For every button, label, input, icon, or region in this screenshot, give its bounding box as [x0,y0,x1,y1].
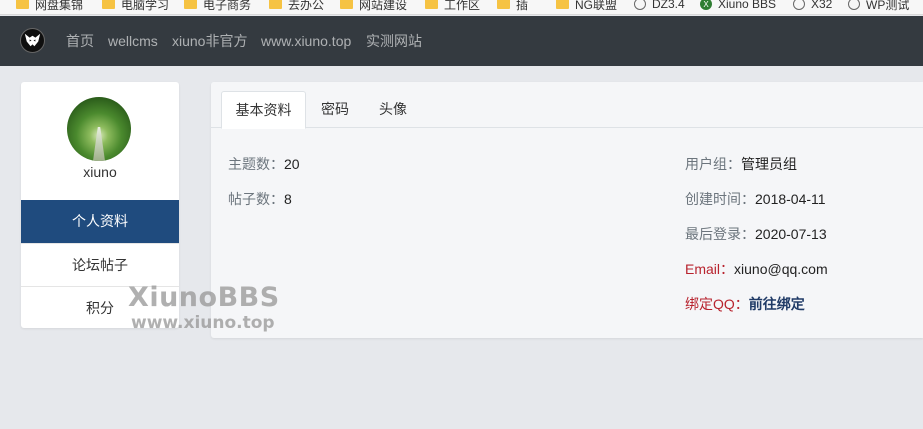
folder-icon [16,0,29,9]
bookmark-item[interactable]: X32 [793,0,832,13]
lastlogin-label: 最后登录： [685,226,755,242]
folder-icon [269,0,282,9]
top-navbar: 首页 wellcms xiuno非官方 www.xiuno.top 实测网站 [0,16,923,66]
bookmark-item[interactable]: NG联盟 [556,0,617,13]
posts-value: 8 [284,191,292,207]
group-value: 管理员组 [741,156,797,172]
threads-value: 20 [284,156,300,172]
bookmark-item[interactable]: 电子商务 [184,0,251,13]
bind-qq-link[interactable]: 前往绑定 [749,296,805,312]
bind-qq: 绑定QQ：前往绑定 [685,295,805,313]
folder-icon [425,0,438,9]
posts-count: 帖子数：8 [228,190,292,208]
bookmark-item[interactable]: 网盘集锦 [16,0,83,13]
username: xiuno [83,164,117,180]
folder-icon [184,0,197,9]
nav-link-xiuno-unofficial[interactable]: xiuno非官方 [172,32,247,50]
folder-icon [102,0,115,9]
profile-main-panel: 基本资料 密码 头像 主题数：20 帖子数：8 用户组：管理员组 创建时间：20… [211,82,923,338]
tab-avatar[interactable]: 头像 [365,91,421,129]
bookmark-item[interactable]: WP测试 [848,0,909,13]
avatar [67,97,131,161]
bookmark-item[interactable]: 插 [497,0,528,13]
folder-icon [556,0,569,9]
bookmark-item[interactable]: 去办公 [269,0,324,13]
bookmark-item[interactable]: X Xiuno BBS [700,0,776,13]
lastlogin-value: 2020-07-13 [755,226,827,242]
bookmark-item[interactable]: DZ3.4 [634,0,685,13]
tab-bar: 基本资料 密码 头像 [211,82,923,129]
created-value: 2018-04-11 [755,191,826,207]
user-group: 用户组：管理员组 [685,155,797,173]
threads-count: 主题数：20 [228,155,300,173]
globe-icon [634,0,646,10]
qq-label: 绑定QQ： [685,296,749,312]
nav-link-xiuno-top[interactable]: www.xiuno.top [261,32,351,50]
created-time: 创建时间：2018-04-11 [685,190,826,208]
bookmark-item[interactable]: 网站建设 [340,0,407,13]
email-label: Email： [685,261,735,277]
xiuno-icon: X [700,0,712,10]
nav-link-home[interactable]: 首页 [66,32,94,50]
posts-label: 帖子数： [228,191,284,207]
sidebar-item-profile[interactable]: 个人资料 [21,200,179,243]
watermark-url: www.xiuno.top [131,313,275,333]
last-login: 最后登录：2020-07-13 [685,225,827,243]
watermark-title: XiunoBBS [128,282,280,313]
globe-icon [793,0,805,10]
bookmark-item[interactable]: 电脑学习 [102,0,169,13]
nav-link-test-site[interactable]: 实测网站 [366,32,422,50]
created-label: 创建时间： [685,191,755,207]
bookmarks-bar: 网盘集锦 电脑学习 电子商务 去办公 网站建设 工作区 插 NG联盟 DZ3.4… [0,0,923,15]
folder-icon [497,0,510,9]
folder-icon [340,0,353,9]
threads-label: 主题数： [228,156,284,172]
site-logo-icon[interactable] [20,28,45,53]
tab-password[interactable]: 密码 [308,91,362,129]
email-value: xiuno@qq.com [734,261,828,277]
bookmark-item[interactable]: 工作区 [425,0,480,13]
tab-basic-info[interactable]: 基本资料 [221,91,306,129]
nav-link-wellcms[interactable]: wellcms [108,32,158,50]
group-label: 用户组： [685,156,741,172]
email: Email：xiuno@qq.com [685,260,828,278]
globe-icon [848,0,860,10]
sidebar-item-forum-posts[interactable]: 论坛帖子 [21,243,179,286]
